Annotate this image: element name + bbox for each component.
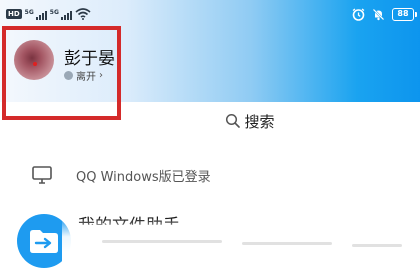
search-bar[interactable]: 搜索 <box>145 106 355 136</box>
obscured-region <box>62 218 420 280</box>
wifi-icon <box>75 8 91 20</box>
signal-icon: 5G <box>25 9 47 20</box>
status-bar-left: HD 5G 5G <box>6 5 91 23</box>
search-label: 搜索 <box>244 112 275 131</box>
device-login-row[interactable]: QQ Windows版已登录 <box>0 155 420 195</box>
bell-muted-icon <box>372 8 385 20</box>
battery-indicator: 88 <box>392 7 417 21</box>
annotation-highlight-box <box>2 26 121 120</box>
signal-label: 5G <box>49 8 59 16</box>
status-bar-right: 88 <box>352 6 417 22</box>
monitor-icon <box>32 166 52 184</box>
hd-badge: HD <box>6 9 22 19</box>
signal-icon: 5G <box>50 9 72 20</box>
qq-main-screen: HD 5G 5G 88 彭于晏 离开 › 搜索 QQ Windows版已登录 <box>0 0 420 280</box>
search-icon <box>226 113 241 128</box>
device-login-text: QQ Windows版已登录 <box>76 169 211 185</box>
signal-label: 5G <box>24 8 34 16</box>
alarm-icon <box>352 7 365 21</box>
